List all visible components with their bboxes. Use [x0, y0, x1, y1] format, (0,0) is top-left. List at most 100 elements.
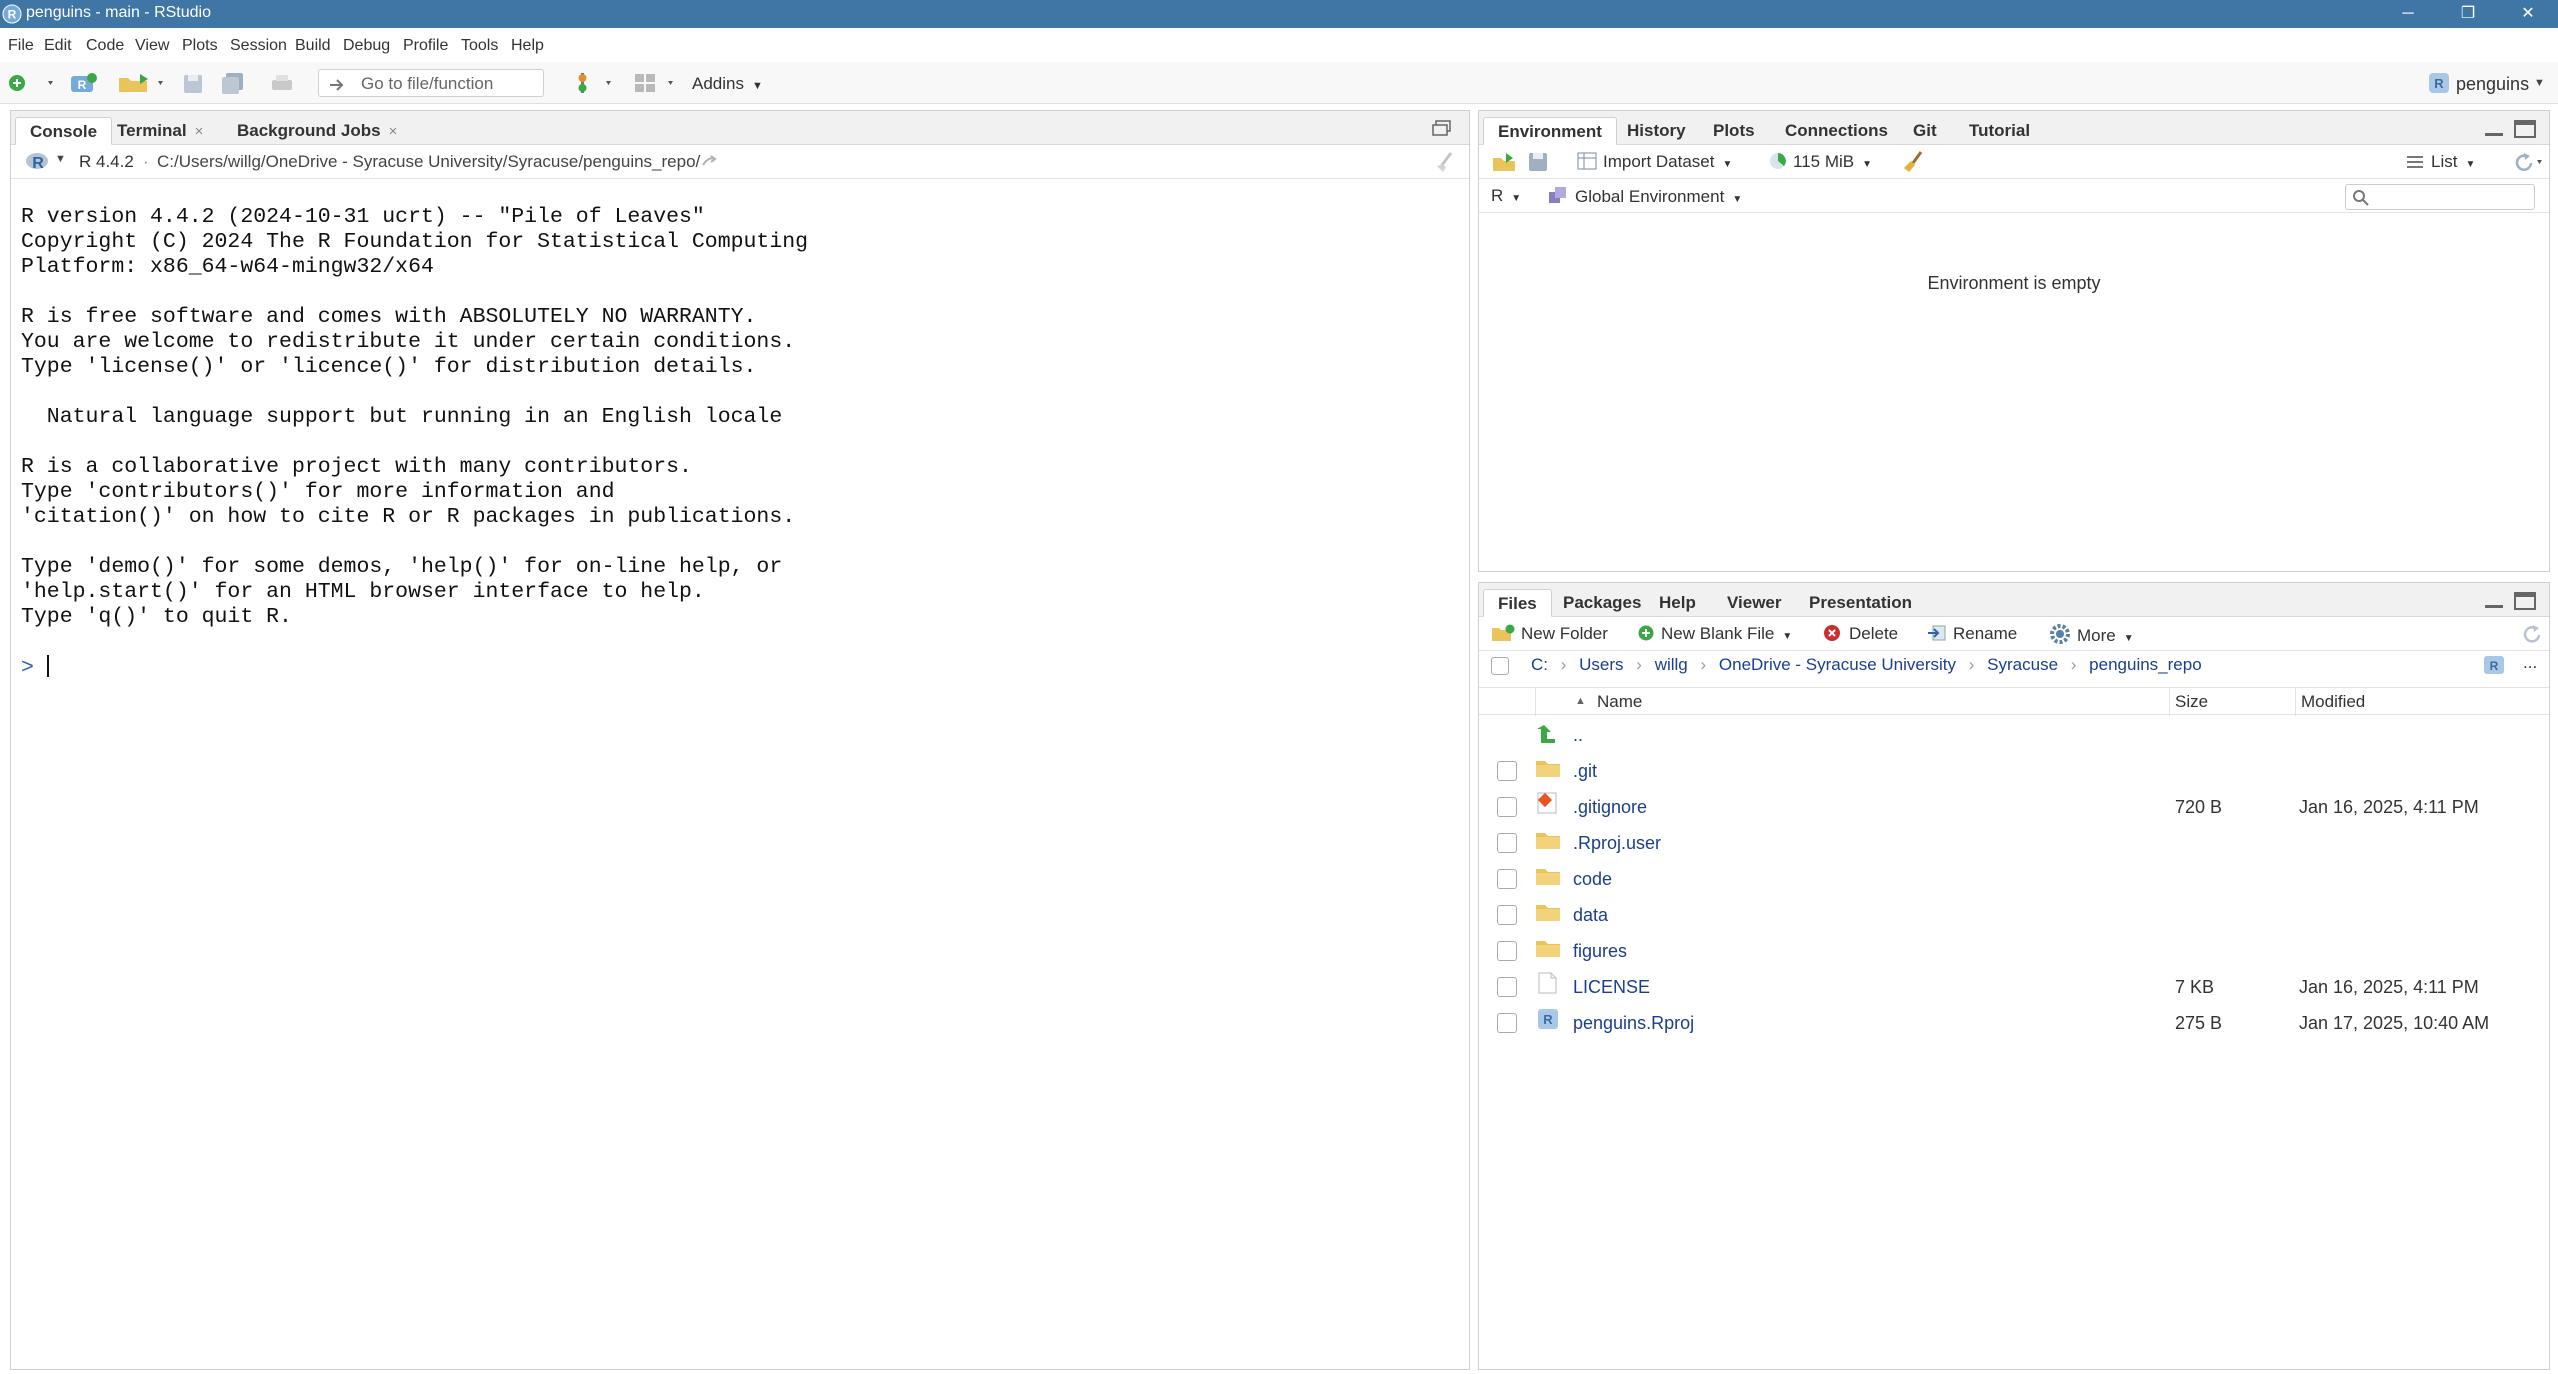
- new-project-icon[interactable]: R: [68, 70, 100, 96]
- open-file-button[interactable]: [116, 70, 168, 96]
- refresh-icon[interactable]: [2509, 151, 2545, 173]
- row-checkbox[interactable]: [1497, 941, 1517, 961]
- tab-help[interactable]: Help: [1645, 589, 1710, 617]
- tab-background-jobs[interactable]: Background Jobs ×: [223, 117, 411, 145]
- tab-connections[interactable]: Connections: [1771, 117, 1902, 145]
- save-icon[interactable]: [182, 70, 204, 96]
- select-all-checkbox[interactable]: [1491, 657, 1509, 675]
- menu-edit[interactable]: Edit: [44, 37, 72, 55]
- environment-search-input[interactable]: [2345, 184, 2535, 210]
- minimize-pane-icon[interactable]: [2483, 597, 2505, 611]
- tab-tutorial[interactable]: Tutorial: [1955, 117, 2044, 145]
- view-mode-dropdown[interactable]: List ▼: [2407, 152, 2475, 172]
- minimize-button[interactable]: ─: [2380, 0, 2436, 28]
- breadcrumb-item[interactable]: Syracuse: [1987, 655, 2058, 674]
- row-checkbox[interactable]: [1497, 905, 1517, 925]
- breadcrumb-item[interactable]: C:: [1531, 655, 1548, 674]
- tab-plots[interactable]: Plots: [1699, 117, 1769, 145]
- file-row[interactable]: LICENSE 7 KB Jan 16, 2025, 4:11 PM: [1479, 967, 2549, 1003]
- import-dataset-button[interactable]: Import Dataset ▼: [1577, 152, 1732, 172]
- file-name[interactable]: data: [1573, 905, 1608, 926]
- row-checkbox[interactable]: [1497, 977, 1517, 997]
- column-name[interactable]: Name: [1597, 692, 1642, 712]
- maximize-pane-icon[interactable]: [2513, 591, 2537, 611]
- parent-directory-row[interactable]: ..: [1479, 715, 2549, 751]
- save-workspace-icon[interactable]: [1527, 151, 1549, 173]
- language-dropdown[interactable]: R ▼: [1491, 186, 1521, 206]
- tab-console[interactable]: Console: [15, 117, 113, 145]
- row-checkbox[interactable]: [1497, 1013, 1517, 1033]
- version-control-icon[interactable]: [572, 70, 616, 96]
- addins-menu[interactable]: Addins ▼: [692, 74, 763, 94]
- menu-build[interactable]: Build: [295, 37, 331, 55]
- menu-tools[interactable]: Tools: [461, 37, 498, 55]
- go-to-project-dir-icon[interactable]: R: [2483, 655, 2505, 675]
- menu-debug[interactable]: Debug: [343, 37, 390, 55]
- file-name[interactable]: .Rproj.user: [1573, 833, 1661, 854]
- breadcrumb-item[interactable]: Users: [1579, 655, 1623, 674]
- menu-session[interactable]: Session: [230, 37, 287, 55]
- menu-view[interactable]: View: [135, 37, 169, 55]
- print-icon[interactable]: [270, 70, 294, 96]
- row-checkbox[interactable]: [1497, 797, 1517, 817]
- load-workspace-icon[interactable]: [1491, 151, 1517, 173]
- menu-profile[interactable]: Profile: [403, 37, 448, 55]
- row-checkbox[interactable]: [1497, 833, 1517, 853]
- tab-git[interactable]: Git: [1899, 117, 1951, 145]
- tab-environment[interactable]: Environment: [1483, 117, 1617, 145]
- breadcrumb-item[interactable]: penguins_repo: [2089, 655, 2201, 674]
- new-blank-file-button[interactable]: New Blank File ▼: [1637, 624, 1792, 644]
- close-tab-icon[interactable]: ×: [195, 123, 204, 140]
- file-name[interactable]: code: [1573, 869, 1612, 890]
- restore-pane-icon[interactable]: [1431, 119, 1453, 137]
- file-name[interactable]: LICENSE: [1573, 977, 1650, 998]
- menu-help[interactable]: Help: [511, 37, 544, 55]
- tab-packages[interactable]: Packages: [1549, 589, 1655, 617]
- parent-directory-label[interactable]: ..: [1573, 725, 1583, 746]
- file-row[interactable]: .gitignore 720 B Jan 16, 2025, 4:11 PM: [1479, 787, 2549, 823]
- file-name[interactable]: penguins.Rproj: [1573, 1013, 1694, 1034]
- save-all-icon[interactable]: [220, 70, 246, 96]
- refresh-files-icon[interactable]: [2519, 623, 2541, 645]
- tab-history[interactable]: History: [1613, 117, 1700, 145]
- tab-viewer[interactable]: Viewer: [1713, 589, 1796, 617]
- file-name[interactable]: .git: [1573, 761, 1597, 782]
- environment-dropdown[interactable]: Global Environment ▼: [1547, 185, 1742, 207]
- menu-plots[interactable]: Plots: [182, 37, 218, 55]
- file-row[interactable]: .Rproj.user: [1479, 823, 2549, 859]
- column-size[interactable]: Size: [2175, 692, 2208, 712]
- tab-files[interactable]: Files: [1483, 589, 1552, 617]
- maximize-pane-icon[interactable]: [2513, 119, 2537, 139]
- close-tab-icon[interactable]: ×: [389, 123, 398, 140]
- file-name[interactable]: .gitignore: [1573, 797, 1647, 818]
- go-to-directory-icon[interactable]: [701, 153, 721, 169]
- go-to-file-input[interactable]: Go to file/function: [318, 69, 544, 97]
- file-row[interactable]: figures: [1479, 931, 2549, 967]
- minimize-pane-icon[interactable]: [2483, 125, 2505, 139]
- more-path-button[interactable]: ...: [2523, 653, 2537, 673]
- row-checkbox[interactable]: [1497, 869, 1517, 889]
- breadcrumb-item[interactable]: willg: [1655, 655, 1688, 674]
- maximize-button[interactable]: ❐: [2440, 0, 2496, 28]
- row-checkbox[interactable]: [1497, 761, 1517, 781]
- file-row[interactable]: R penguins.Rproj 275 B Jan 17, 2025, 10:…: [1479, 1003, 2549, 1039]
- file-row[interactable]: code: [1479, 859, 2549, 895]
- clear-console-icon[interactable]: [1433, 150, 1457, 174]
- chevron-down-icon[interactable]: ▼: [55, 153, 66, 165]
- file-name[interactable]: figures: [1573, 941, 1627, 962]
- rename-button[interactable]: Rename: [1927, 624, 2017, 644]
- tab-terminal[interactable]: Terminal ×: [103, 117, 217, 145]
- menu-file[interactable]: File: [8, 37, 34, 55]
- tab-presentation[interactable]: Presentation: [1795, 589, 1926, 617]
- menu-code[interactable]: Code: [86, 37, 124, 55]
- new-file-button[interactable]: [6, 70, 56, 96]
- workspace-panes-icon[interactable]: [632, 70, 682, 96]
- file-row[interactable]: .git: [1479, 751, 2549, 787]
- memory-usage-button[interactable]: 115 MiB ▼: [1769, 152, 1872, 172]
- close-window-button[interactable]: ✕: [2500, 0, 2556, 28]
- column-modified[interactable]: Modified: [2301, 692, 2365, 712]
- breadcrumb-item[interactable]: OneDrive - Syracuse University: [1719, 655, 1956, 674]
- file-row[interactable]: data: [1479, 895, 2549, 931]
- delete-button[interactable]: Delete: [1823, 624, 1898, 644]
- broom-icon[interactable]: [1901, 150, 1925, 174]
